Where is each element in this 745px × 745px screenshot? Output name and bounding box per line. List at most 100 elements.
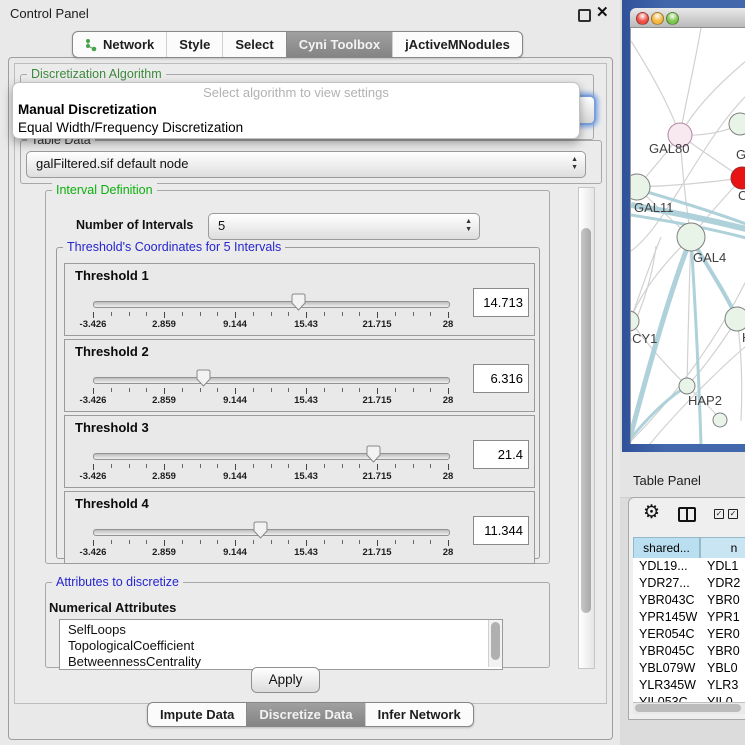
slider-tick <box>324 540 325 544</box>
combobox-stepper-icon <box>571 156 578 172</box>
slider-handle[interactable] <box>253 521 268 539</box>
apply-button[interactable]: Apply <box>251 667 320 693</box>
slider-tick <box>288 388 289 392</box>
tab-style[interactable]: Style <box>166 32 222 57</box>
node-label-hap2: HAP2 <box>688 393 722 408</box>
slider-track[interactable] <box>93 301 450 308</box>
tab-select[interactable]: Select <box>222 32 285 57</box>
node-label-gal4: GAL4 <box>693 250 726 265</box>
control-panel-window: Control Panel NetworkStyleSelectCyni Too… <box>0 0 622 745</box>
subtab-impute-data[interactable]: Impute Data <box>148 703 246 726</box>
dropdown-prompt-item[interactable]: Select algorithm to view settings <box>13 83 579 101</box>
dropdown-option-equal-width-frequency[interactable]: Equal Width/Frequency Discretization <box>13 119 579 137</box>
subtab-infer-network[interactable]: Infer Network <box>365 703 473 726</box>
numerical-attributes-list[interactable]: SelfLoopsTopologicalCoefficientBetweenne… <box>59 619 503 670</box>
float-window-icon[interactable] <box>578 9 591 22</box>
slider-tick <box>395 540 396 544</box>
tab-label: Discretize Data <box>259 707 352 722</box>
attributes-group-title: Attributes to discretize <box>52 575 183 589</box>
combobox-stepper-icon <box>465 218 472 234</box>
minimize-light[interactable] <box>651 12 664 25</box>
column-header-shared-name[interactable]: shared... <box>633 537 700 559</box>
slider-tick <box>395 388 396 392</box>
table-horizontal-scrollbar[interactable] <box>633 702 745 714</box>
subtab-discretize-data[interactable]: Discretize Data <box>246 703 364 726</box>
slider-track[interactable] <box>93 529 450 536</box>
tab-cyni-toolbox[interactable]: Cyni Toolbox <box>286 32 392 57</box>
tab-network[interactable]: Network <box>73 32 166 57</box>
table-row[interactable]: YBL079WYBL0 <box>633 660 745 677</box>
checkbox-icon[interactable] <box>728 509 738 519</box>
cell-name: YDR2 <box>707 575 740 592</box>
tick-label: 28 <box>423 319 473 330</box>
settings-scrollbar[interactable] <box>578 187 595 669</box>
slider-tick <box>111 388 112 392</box>
network-node-g[interactable] <box>729 113 745 135</box>
network-node-c[interactable] <box>731 167 745 189</box>
slider-tick <box>217 540 218 544</box>
slider-tick <box>253 312 254 316</box>
settings-scrollbar-thumb[interactable] <box>581 228 591 613</box>
threshold-label: Threshold 1 <box>75 268 149 283</box>
table-hscrollbar-thumb[interactable] <box>635 704 741 712</box>
threshold-panel-4: Threshold 4-3.4262.8599.14415.4321.71528… <box>64 491 535 564</box>
tick-label: 28 <box>423 547 473 558</box>
table-row[interactable]: YBR045CYBR0 <box>633 643 745 660</box>
slider-tick <box>200 312 201 316</box>
right-panel-area: GAL80GCGAL11GAL4GCY1HHAP2 Table Panel sh… <box>620 0 745 745</box>
threshold-value-field[interactable]: 6.316 <box>473 364 529 393</box>
algorithm-dropdown-popup: Select algorithm to view settings Manual… <box>12 82 580 139</box>
list-scrollbar-thumb[interactable] <box>491 622 500 660</box>
slider-handle[interactable] <box>291 293 306 311</box>
table-row[interactable]: YDL19...YDL1 <box>633 558 745 575</box>
slider-tick <box>413 388 414 392</box>
zoom-light[interactable] <box>666 12 679 25</box>
slider-track[interactable] <box>93 453 450 460</box>
slider-tick <box>253 540 254 544</box>
slider-tick <box>395 464 396 468</box>
dropdown-option-manual-discretization[interactable]: Manual Discretization <box>13 101 579 119</box>
network-node[interactable] <box>713 413 727 427</box>
table-row[interactable]: YLR345WYLR3 <box>633 677 745 694</box>
cell-shared-name: YBR043C <box>639 592 695 609</box>
slider-tick <box>129 312 130 316</box>
table-row[interactable]: YER054CYER0 <box>633 626 745 643</box>
slider-track[interactable] <box>93 377 450 384</box>
table-panel-window: shared... n YDL19...YDL1YDR27...YDR2YBR0… <box>628 497 745 720</box>
network-node-gal11[interactable] <box>631 174 650 200</box>
list-scrollbar[interactable] <box>488 620 502 667</box>
table-row[interactable]: YDR27...YDR2 <box>633 575 745 592</box>
table-row[interactable]: YIL053CYIL0 <box>633 694 745 702</box>
network-node-hap2[interactable] <box>679 378 695 394</box>
close-light[interactable] <box>636 12 649 25</box>
close-icon[interactable] <box>596 3 609 21</box>
split-columns-icon[interactable] <box>678 507 696 522</box>
column-header-name[interactable]: n <box>700 537 745 559</box>
slider-tick <box>253 388 254 392</box>
network-window-titlebar[interactable] <box>630 8 745 28</box>
slider-tick <box>200 540 201 544</box>
network-canvas[interactable]: GAL80GCGAL11GAL4GCY1HHAP2 <box>630 28 745 444</box>
attribute-item-topologicalcoefficient[interactable]: TopologicalCoefficient <box>60 638 502 654</box>
table-data-combobox[interactable]: galFiltered.sif default node <box>26 151 586 178</box>
node-label-g: G <box>736 147 745 162</box>
tick-label: 2.859 <box>139 471 189 482</box>
slider-tick <box>448 312 449 318</box>
node-label-gal80: GAL80 <box>649 141 689 156</box>
slider-handle[interactable] <box>196 369 211 387</box>
slider-tick <box>200 464 201 468</box>
network-node-h[interactable] <box>725 307 745 331</box>
threshold-value-field[interactable]: 21.4 <box>473 440 529 469</box>
tab-jactivemnodules[interactable]: jActiveMNodules <box>392 32 522 57</box>
attribute-item-selfloops[interactable]: SelfLoops <box>60 622 502 638</box>
table-row[interactable]: YBR043CYBR0 <box>633 592 745 609</box>
threshold-value-field[interactable]: 14.713 <box>473 288 529 317</box>
number-of-intervals-combobox[interactable]: 5 <box>208 213 480 240</box>
table-row[interactable]: YPR145WYPR1 <box>633 609 745 626</box>
threshold-value-field[interactable]: 11.344 <box>473 516 529 545</box>
checkbox-icon[interactable] <box>714 509 724 519</box>
slider-handle[interactable] <box>366 445 381 463</box>
network-node-gal4[interactable] <box>677 223 705 251</box>
gear-icon[interactable] <box>643 501 660 524</box>
tick-label: 21.715 <box>352 319 402 330</box>
